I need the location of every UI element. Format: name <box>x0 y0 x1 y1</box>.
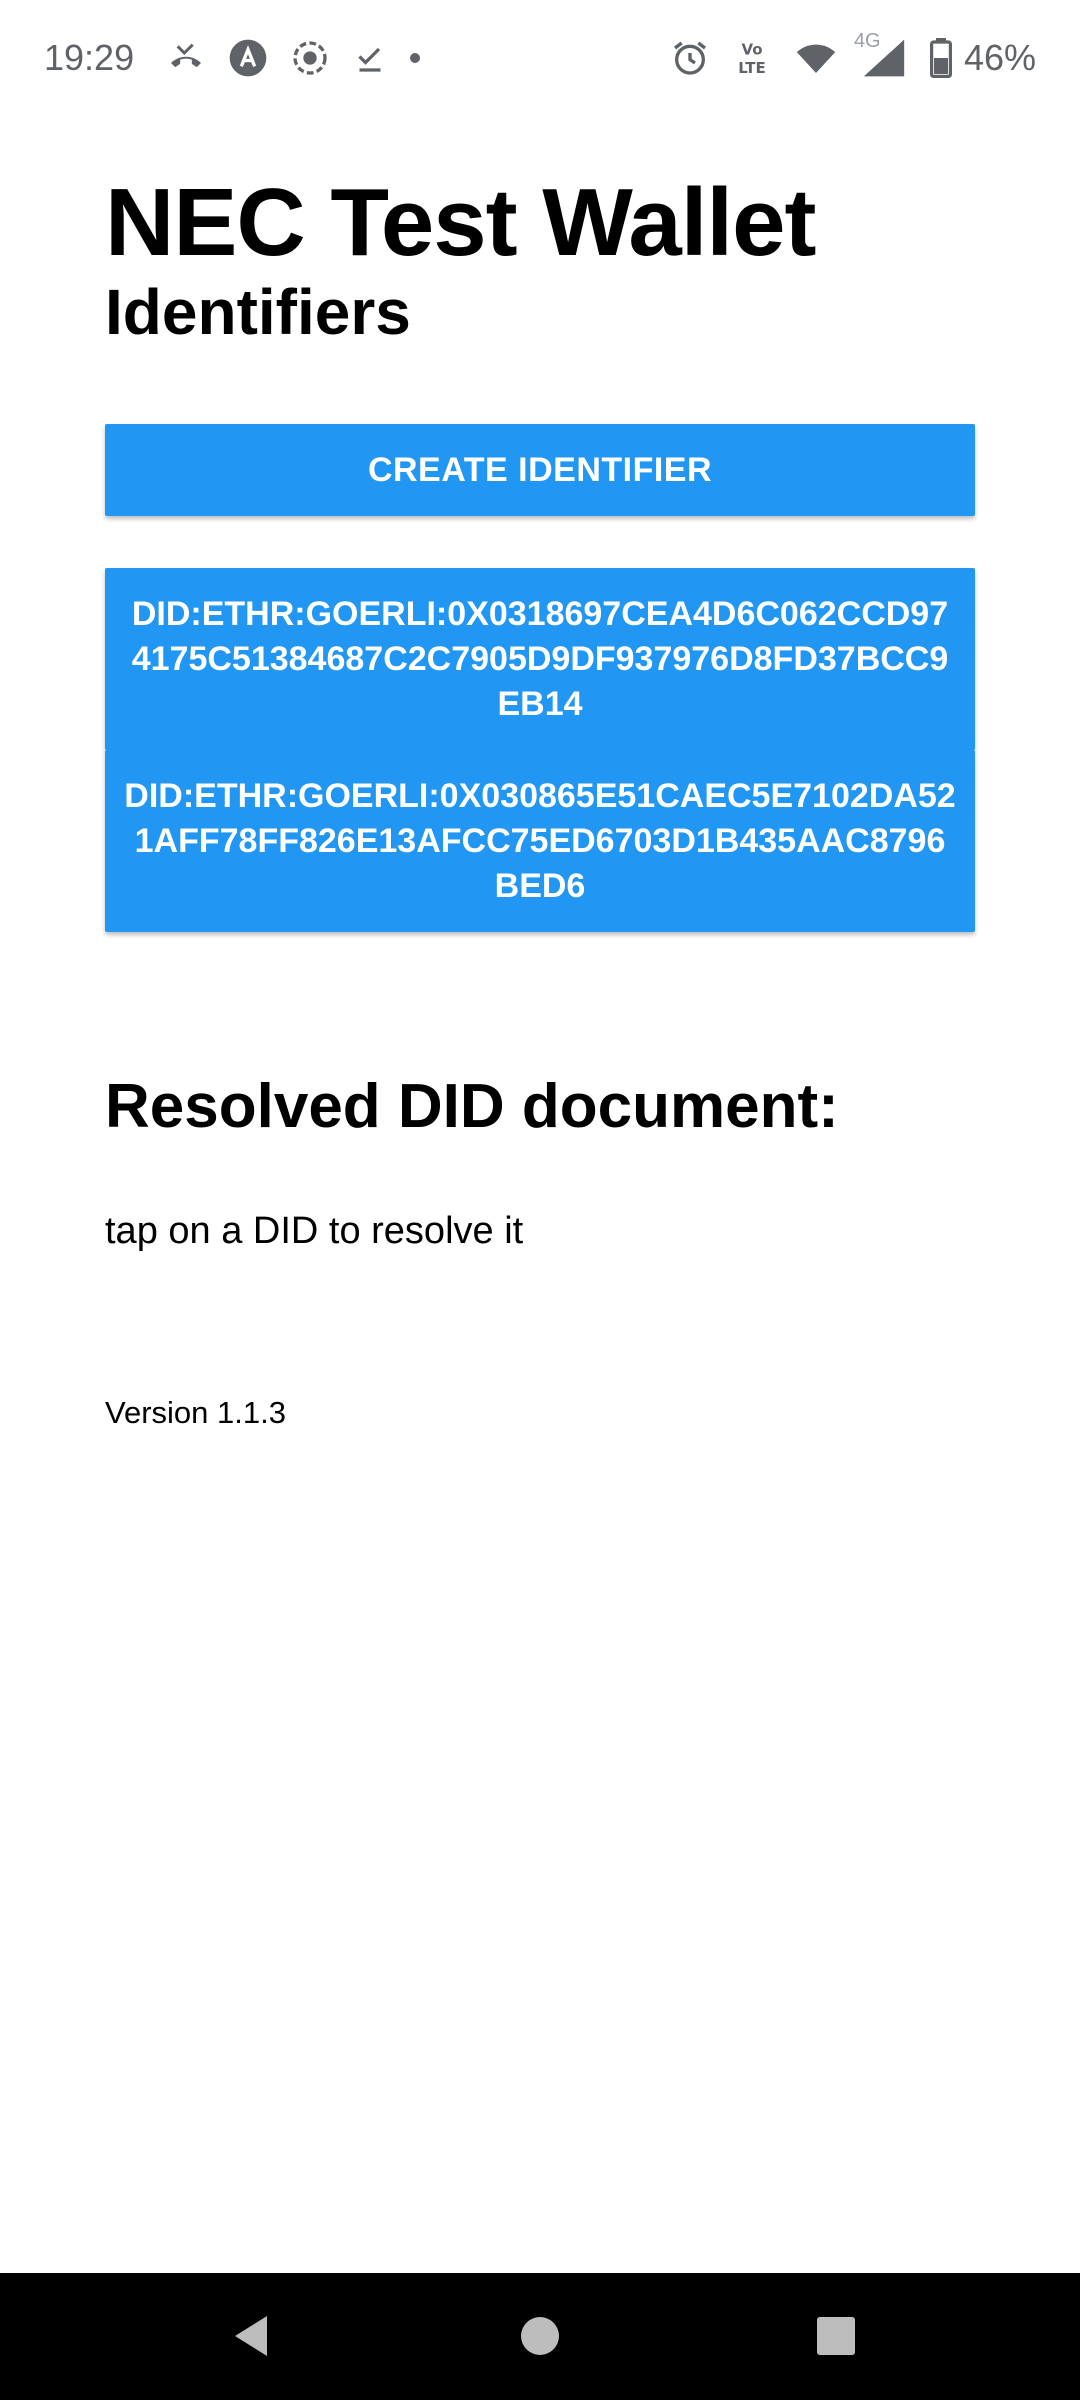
identifier-button[interactable]: DID:ETHR:GOERLI:0X0318697CEA4D6C062CCD97… <box>105 568 975 750</box>
resolve-hint: tap on a DID to resolve it <box>105 1210 524 1252</box>
version-label: Version 1.1.3 <box>105 1395 286 1430</box>
recents-icon[interactable] <box>803 2303 869 2369</box>
status-bar: 19:29 Vo LTE 4G 46% <box>0 0 1080 116</box>
volte-icon: Vo LTE <box>732 38 772 78</box>
create-identifier-button[interactable]: CREATE IDENTIFIER <box>105 424 975 516</box>
download-done-icon <box>352 40 388 76</box>
signal-4g-icon: 4G <box>854 30 908 80</box>
status-bar-right: Vo LTE 4G 46% <box>670 30 1036 80</box>
svg-text:Vo: Vo <box>741 41 762 59</box>
identifier-button[interactable]: DID:ETHR:GOERLI:0X030865E51CAEC5E7102DA5… <box>105 750 975 932</box>
app-title: NEC Test Wallet <box>105 169 816 276</box>
resolved-document-title: Resolved DID document: <box>105 1072 839 1141</box>
status-bar-left: 19:29 <box>44 37 421 79</box>
alarm-icon <box>670 38 710 78</box>
status-time: 19:29 <box>44 37 135 78</box>
section-title: Identifiers <box>105 275 411 348</box>
app-notification-icon <box>228 38 268 78</box>
identifier-list: DID:ETHR:GOERLI:0X0318697CEA4D6C062CCD97… <box>105 568 975 932</box>
home-icon[interactable] <box>507 2303 573 2369</box>
svg-text:LTE: LTE <box>738 59 766 77</box>
battery-percent: 46% <box>963 37 1036 78</box>
dot-icon <box>410 53 421 63</box>
network-type-label: 4G <box>853 30 881 52</box>
main-content: NEC Test Wallet Identifiers CREATE IDENT… <box>105 169 975 1430</box>
battery-icon <box>929 38 952 78</box>
navigation-bar <box>0 2273 1080 2400</box>
missed-call-icon <box>166 38 206 78</box>
wifi-icon <box>794 38 838 78</box>
screen-record-icon <box>290 38 330 78</box>
back-icon[interactable] <box>218 2303 284 2369</box>
